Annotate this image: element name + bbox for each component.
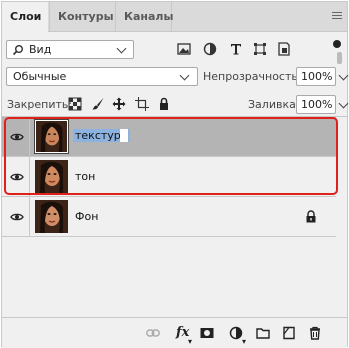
tab-layers[interactable]: Слои <box>2 2 48 32</box>
visibility-divider <box>29 117 30 156</box>
layer-thumbnail <box>35 200 68 233</box>
blend-mode-select[interactable]: Обычные <box>6 67 198 86</box>
search-icon <box>12 45 23 56</box>
filter-toggle-icon[interactable] <box>333 40 341 48</box>
adjustment-icon[interactable] <box>229 326 243 340</box>
chevron-down-icon <box>116 43 127 54</box>
text-cursor <box>120 129 128 142</box>
tab-bar: Слои Контуры Каналы <box>2 2 347 32</box>
folder-icon[interactable] <box>256 326 270 340</box>
trash-icon[interactable] <box>308 326 322 340</box>
opacity-chevron-icon[interactable] <box>338 70 349 81</box>
lock-position-icon[interactable] <box>112 97 126 111</box>
visibility-divider <box>29 197 30 236</box>
adjustment-dropdown-icon: ▾ <box>242 337 247 346</box>
fx-dropdown-icon: ▾ <box>188 337 193 346</box>
eye-icon[interactable] <box>10 130 24 144</box>
layers-list: текстура тон Фон <box>2 116 347 317</box>
opacity-value: 100% <box>301 70 333 83</box>
visibility-divider <box>29 157 30 196</box>
shape-filter-icon[interactable] <box>253 42 267 56</box>
opacity-field[interactable]: 100% <box>296 67 336 86</box>
layer-row-background[interactable]: Фон <box>2 197 336 237</box>
fill-chevron-icon[interactable] <box>338 98 349 109</box>
text-filter-icon[interactable] <box>229 42 243 56</box>
new-layer-icon[interactable] <box>282 326 296 340</box>
link-icon[interactable] <box>146 326 160 340</box>
mask-icon[interactable] <box>200 326 214 340</box>
layer-filter-select[interactable]: Вид <box>6 40 134 59</box>
fill-field[interactable]: 100% <box>296 95 336 114</box>
tab-channels[interactable]: Каналы <box>115 2 173 31</box>
padlock-icon[interactable] <box>305 210 317 223</box>
layer-thumbnail <box>35 160 68 193</box>
layer-row-tone[interactable]: тон <box>2 157 336 197</box>
eye-icon[interactable] <box>10 170 24 184</box>
image-filter-icon[interactable] <box>177 42 191 56</box>
filter-toggle-track <box>337 52 342 64</box>
filter-kind-label: Вид <box>29 43 52 56</box>
layer-row-texture[interactable]: текстура <box>2 117 336 157</box>
lock-label: Закрепить: <box>7 98 73 111</box>
eye-icon[interactable] <box>10 210 24 224</box>
tab-paths[interactable]: Контуры <box>49 2 115 31</box>
lock-artboard-icon[interactable] <box>135 97 149 111</box>
layers-panel: Слои Контуры Каналы Вид Обычные Непрозра… <box>1 1 349 348</box>
panel-footer: fx ▾ ▾ <box>2 317 347 348</box>
lock-image-pixels-icon[interactable] <box>91 97 105 111</box>
opacity-label: Непрозрачность: <box>203 70 302 83</box>
layer-name: Фон <box>75 210 99 223</box>
smart-object-filter-icon[interactable] <box>277 42 291 56</box>
chevron-down-icon <box>179 70 190 81</box>
fill-value: 100% <box>301 98 333 111</box>
lock-all-icon[interactable] <box>157 97 171 111</box>
adjustment-filter-icon[interactable] <box>203 42 217 56</box>
panel-menu-icon[interactable] <box>332 12 342 20</box>
layer-thumbnail <box>34 119 69 154</box>
lock-transparent-pixels-icon[interactable] <box>68 97 82 111</box>
layer-name: тон <box>75 170 96 183</box>
blend-mode-label: Обычные <box>13 70 67 83</box>
fill-label: Заливка: <box>248 98 300 111</box>
